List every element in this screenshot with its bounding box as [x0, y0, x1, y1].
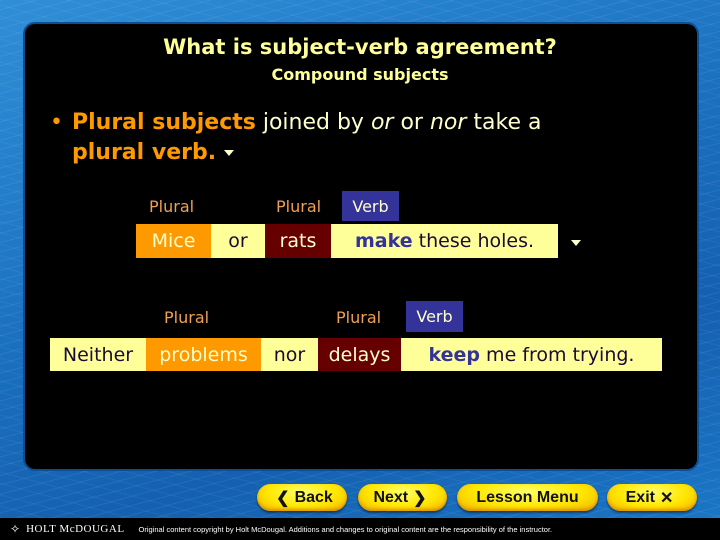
- footer-copyright: Original content copyright by Holt McDou…: [138, 524, 553, 534]
- bullet-keyword-plural-verb: plural verb.: [72, 140, 217, 165]
- example2-rest: me from trying.: [480, 343, 635, 366]
- example2-subject2-box: delays: [318, 338, 401, 371]
- example2-conjunction-box: nor: [261, 338, 318, 371]
- bullet-text-part: take a: [466, 110, 542, 135]
- next-button-label: Next: [373, 488, 409, 506]
- chevron-left-icon: ❮: [276, 489, 290, 507]
- example1-verb: make: [354, 230, 413, 252]
- example2-subject1-box: problems: [146, 338, 261, 371]
- footer-bar: ✧ HOLT McDOUGAL Original content copyrig…: [0, 518, 720, 540]
- example1-label-verb: Verb: [342, 191, 399, 221]
- example1-subject1-box: Mice: [136, 224, 211, 258]
- slide-subtitle: Compound subjects: [271, 65, 449, 84]
- lesson-menu-button-label: Lesson Menu: [476, 488, 579, 506]
- example2-predicate-box: keep me from trying.: [401, 338, 662, 371]
- bullet-marker: •: [50, 110, 63, 135]
- bullet-text-part: joined by: [255, 110, 371, 135]
- bullet-italic-nor: nor: [429, 110, 467, 135]
- holt-mcdougal-logo-icon: ✧: [10, 522, 21, 536]
- example2-verb: keep: [428, 343, 481, 366]
- example1-label-subject1: Plural: [149, 197, 195, 216]
- animation-trigger-arrow-icon[interactable]: [224, 150, 235, 156]
- exit-button[interactable]: Exit ✕: [607, 484, 697, 511]
- example1-rest: these holes.: [412, 230, 535, 252]
- chevron-right-icon: ❯: [413, 489, 427, 507]
- back-button[interactable]: ❮ Back: [257, 484, 347, 511]
- example2-label-verb: Verb: [406, 301, 463, 332]
- example2-lead-box: Neither: [50, 338, 146, 371]
- bullet-keyword-plural-subjects: Plural subjects: [72, 110, 256, 135]
- example1-predicate-box: make these holes.: [331, 224, 558, 258]
- lesson-menu-button[interactable]: Lesson Menu: [457, 484, 598, 511]
- exit-button-label: Exit: [625, 488, 655, 506]
- next-button[interactable]: Next ❯: [358, 484, 447, 511]
- example2-label-subject2: Plural: [336, 308, 382, 327]
- example1-subject2-box: rats: [265, 224, 331, 258]
- back-button-label: Back: [294, 488, 333, 506]
- bullet-text: Plural subjects joined by or or nor take…: [72, 108, 652, 168]
- example1-label-subject2: Plural: [276, 197, 322, 216]
- close-icon: ✕: [659, 489, 674, 507]
- animation-trigger-arrow-icon[interactable]: [571, 240, 581, 246]
- bullet-italic-or: or: [370, 110, 394, 135]
- example1-conjunction-box: or: [211, 224, 265, 258]
- footer-brand: HOLT McDOUGAL: [26, 523, 125, 535]
- slide-title: What is subject-verb agreement?: [163, 35, 557, 59]
- bullet-text-part: or: [393, 110, 430, 135]
- example2-label-subject1: Plural: [164, 308, 210, 327]
